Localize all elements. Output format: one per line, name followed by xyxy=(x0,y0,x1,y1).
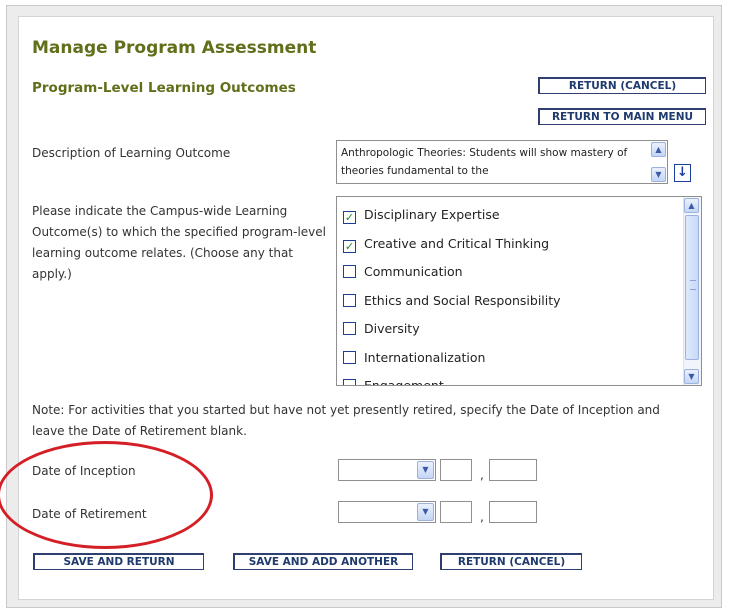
outcome-label: Engagement xyxy=(364,378,444,386)
outcome-label: Communication xyxy=(364,264,463,279)
section-title: Program-Level Learning Outcomes xyxy=(32,80,296,96)
outcome-label: Ethics and Social Responsibility xyxy=(364,293,561,308)
scroll-up-icon[interactable]: ▲ xyxy=(651,142,666,157)
chevron-down-icon[interactable]: ▼ xyxy=(417,503,434,521)
checkbox-icon[interactable] xyxy=(343,322,356,335)
list-scrollbar[interactable]: ▲ ▼ xyxy=(683,197,701,385)
outcome-label: Diversity xyxy=(364,321,420,336)
checkbox-icon[interactable] xyxy=(343,294,356,307)
outcome-label: Creative and Critical Thinking xyxy=(364,236,550,251)
retirement-day-input[interactable] xyxy=(440,501,472,523)
outcome-label: Internationalization xyxy=(364,350,486,365)
save-and-add-another-button[interactable]: SAVE AND ADD ANOTHER xyxy=(233,553,413,570)
outcome-item[interactable]: Ethics and Social Responsibility xyxy=(343,291,561,311)
date-of-inception-label: Date of Inception xyxy=(32,464,136,478)
inception-month-select[interactable]: ▼ xyxy=(338,459,436,481)
campus-outcomes-list[interactable]: ✓ Disciplinary Expertise ✓ Creative and Cr… xyxy=(336,196,702,386)
inception-day-input[interactable] xyxy=(440,459,472,481)
return-cancel-button-top[interactable]: RETURN (CANCEL) xyxy=(538,77,706,94)
outcome-item[interactable]: ✓ Disciplinary Expertise xyxy=(343,205,500,225)
outcome-item[interactable]: Communication xyxy=(343,262,463,282)
scroll-down-icon[interactable]: ▼ xyxy=(651,167,666,182)
outcome-item[interactable]: Internationalization xyxy=(343,348,485,368)
retirement-month-select[interactable]: ▼ xyxy=(338,501,436,523)
checkbox-checked-icon[interactable]: ✓ xyxy=(343,211,356,224)
date-separator: , xyxy=(480,468,484,482)
checkbox-icon[interactable] xyxy=(343,379,356,385)
inception-year-input[interactable] xyxy=(489,459,537,481)
description-label: Description of Learning Outcome xyxy=(32,146,231,160)
outcome-label: Disciplinary Expertise xyxy=(364,207,500,222)
outcome-item[interactable]: Engagement xyxy=(343,376,444,386)
scrollbar-thumb[interactable] xyxy=(685,215,699,360)
checkbox-checked-icon[interactable]: ✓ xyxy=(343,240,356,253)
outcome-item[interactable]: ✓ Creative and Critical Thinking xyxy=(343,234,549,254)
outcome-item[interactable]: Diversity xyxy=(343,319,420,339)
description-textarea[interactable]: Anthropologic Theories: Students will sh… xyxy=(336,140,668,184)
return-main-menu-button[interactable]: RETURN TO MAIN MENU xyxy=(538,108,706,125)
date-separator: , xyxy=(480,510,484,524)
checkbox-icon[interactable] xyxy=(343,351,356,364)
date-instructions-note: Note: For activities that you started bu… xyxy=(32,403,660,438)
return-cancel-button-bottom[interactable]: RETURN (CANCEL) xyxy=(440,553,582,570)
checkbox-icon[interactable] xyxy=(343,265,356,278)
description-text: Anthropologic Theories: Students will sh… xyxy=(341,147,628,177)
campus-outcomes-label: Please indicate the Campus-wide Learning… xyxy=(32,204,326,281)
date-of-retirement-label: Date of Retirement xyxy=(32,507,147,521)
save-and-return-button[interactable]: SAVE AND RETURN xyxy=(33,553,204,570)
scroll-up-icon[interactable]: ▲ xyxy=(684,198,699,213)
chevron-down-icon[interactable]: ▼ xyxy=(417,461,434,479)
scroll-down-icon[interactable]: ▼ xyxy=(684,369,699,384)
page-title: Manage Program Assessment xyxy=(32,38,317,58)
expand-down-arrow-icon[interactable]: ↓ xyxy=(674,164,691,182)
retirement-year-input[interactable] xyxy=(489,501,537,523)
